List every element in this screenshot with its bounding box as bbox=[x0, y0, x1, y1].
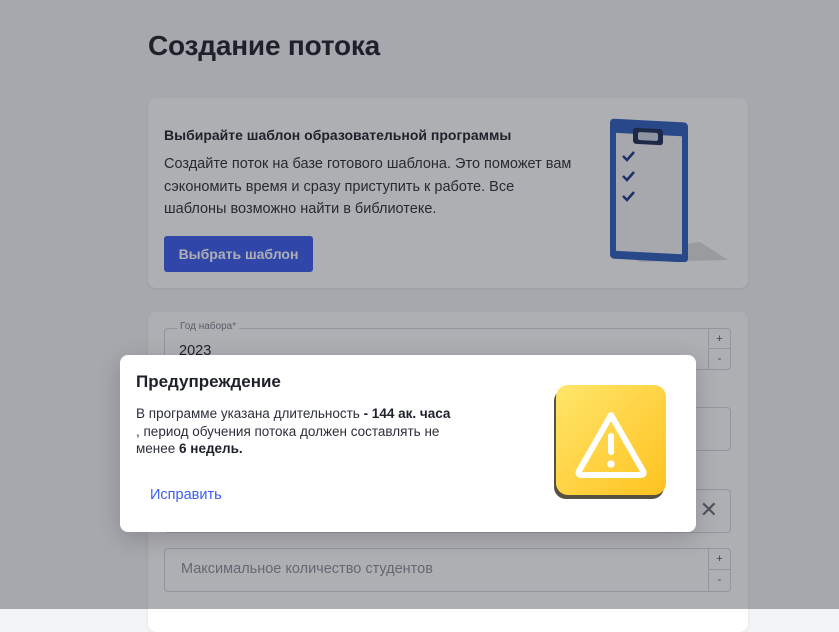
warning-text-duration: - 144 ак. часа bbox=[363, 406, 451, 421]
warning-text-weeks: 6 недель. bbox=[179, 441, 243, 456]
warning-modal-title: Предупреждение bbox=[136, 372, 281, 391]
fix-button[interactable]: Исправить bbox=[150, 487, 222, 503]
warning-triangle-icon bbox=[554, 385, 666, 499]
warning-modal: Предупреждение В программе указана длите… bbox=[120, 355, 696, 532]
warning-modal-text: В программе указана длительность - 144 а… bbox=[136, 405, 456, 458]
warning-text-part1: В программе указана длительность bbox=[136, 406, 360, 421]
